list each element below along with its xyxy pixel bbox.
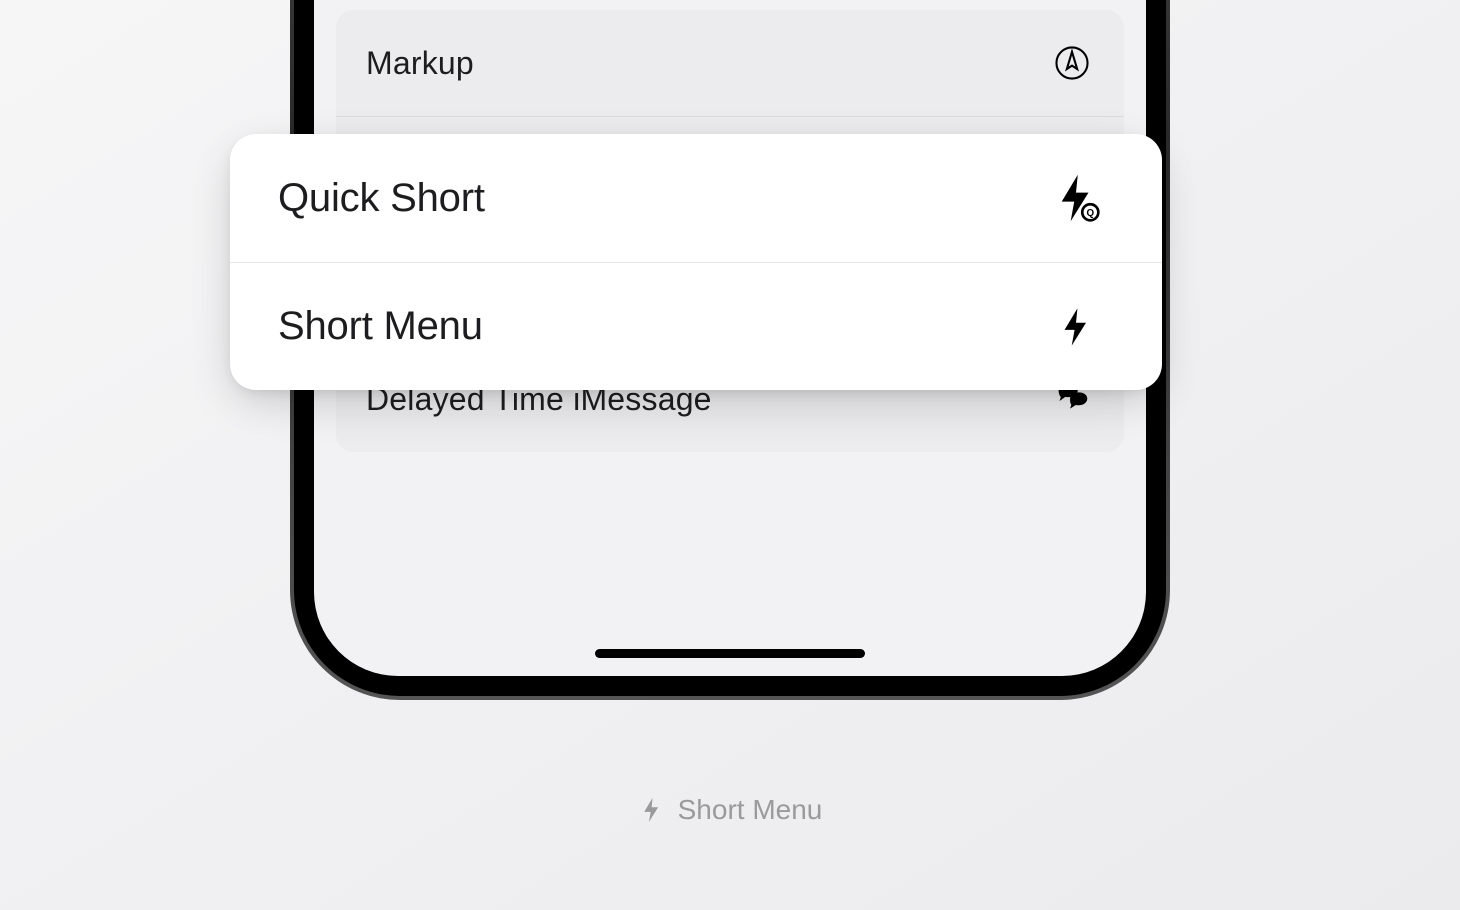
svg-text:Q: Q bbox=[1087, 208, 1095, 219]
bolt-q-icon: Q bbox=[1048, 170, 1104, 226]
bolt-icon bbox=[1048, 299, 1104, 355]
markup-icon bbox=[1050, 41, 1094, 85]
context-menu: Quick Short Q Short Menu bbox=[230, 134, 1162, 390]
caption: Short Menu bbox=[638, 794, 823, 826]
context-menu-item-label: Quick Short bbox=[278, 176, 485, 221]
home-indicator[interactable] bbox=[595, 649, 865, 658]
context-menu-item-quick-short[interactable]: Quick Short Q bbox=[230, 134, 1162, 262]
share-row-label: Markup bbox=[366, 45, 474, 82]
caption-label: Short Menu bbox=[678, 794, 823, 826]
bolt-icon bbox=[638, 796, 666, 824]
context-menu-item-short-menu[interactable]: Short Menu bbox=[230, 262, 1162, 390]
context-menu-item-label: Short Menu bbox=[278, 304, 483, 349]
share-row-markup[interactable]: Markup bbox=[336, 10, 1124, 116]
